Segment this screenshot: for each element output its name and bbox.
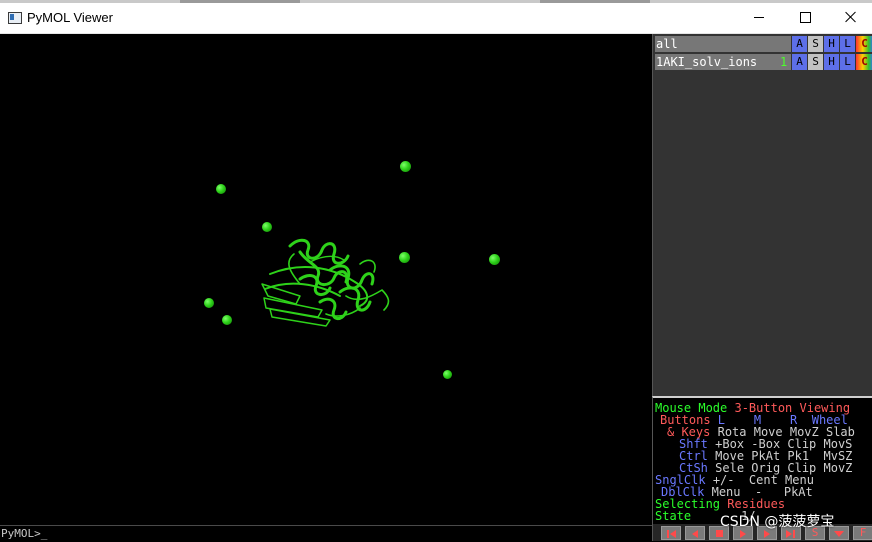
show-button[interactable]: S xyxy=(808,54,823,70)
close-button[interactable] xyxy=(828,3,872,31)
full-screen-label: F xyxy=(859,526,867,539)
object-state: 1 xyxy=(780,55,788,69)
state-label: State xyxy=(655,509,692,523)
show-button[interactable]: S xyxy=(808,36,823,52)
maximize-icon xyxy=(799,11,811,23)
protein-cartoon xyxy=(261,238,390,327)
object-name[interactable]: 1AKI_solv_ions xyxy=(655,54,791,70)
object-row-all[interactable]: all A S H L C xyxy=(655,36,872,52)
maximize-button[interactable] xyxy=(782,3,828,31)
molecule-viewport[interactable] xyxy=(0,34,652,525)
rewind-icon xyxy=(667,530,669,538)
label-button[interactable]: L xyxy=(840,36,855,52)
command-line[interactable]: PyMOL>_ xyxy=(0,525,652,542)
minimize-button[interactable] xyxy=(736,3,782,31)
mouse-mode-panel[interactable]: Mouse Mode 3-Button Viewing Buttons L M … xyxy=(652,396,872,526)
close-icon xyxy=(845,11,857,23)
play-icon xyxy=(740,530,746,538)
hide-button[interactable]: H xyxy=(824,54,839,70)
rewind-button[interactable] xyxy=(661,526,681,540)
sculpt-down-icon xyxy=(834,531,844,537)
color-button[interactable]: C xyxy=(856,54,872,70)
action-button[interactable]: A xyxy=(792,54,807,70)
stop-icon xyxy=(716,530,723,537)
action-button[interactable]: A xyxy=(792,36,807,52)
command-prompt[interactable]: PyMOL>_ xyxy=(1,527,47,541)
step-forward-icon xyxy=(764,530,770,538)
object-panel: all A S H L C 1AKI_solv_ions 1 A S H L C xyxy=(652,34,872,396)
minimize-icon xyxy=(754,16,764,18)
label-button[interactable]: L xyxy=(840,54,855,70)
forward-end-icon xyxy=(786,530,792,538)
object-row-1aki[interactable]: 1AKI_solv_ions 1 A S H L C xyxy=(655,54,872,70)
step-back-button[interactable] xyxy=(685,526,705,540)
full-screen-button[interactable]: F xyxy=(853,526,872,540)
hide-button[interactable]: H xyxy=(824,36,839,52)
step-back-icon xyxy=(692,530,698,538)
pymol-app-icon xyxy=(8,12,22,24)
object-name[interactable]: all xyxy=(655,36,791,52)
watermark: CSDN @菠菠萝宝 xyxy=(720,514,835,530)
window-title: PyMOL Viewer xyxy=(27,10,113,25)
color-button[interactable]: C xyxy=(856,36,872,52)
